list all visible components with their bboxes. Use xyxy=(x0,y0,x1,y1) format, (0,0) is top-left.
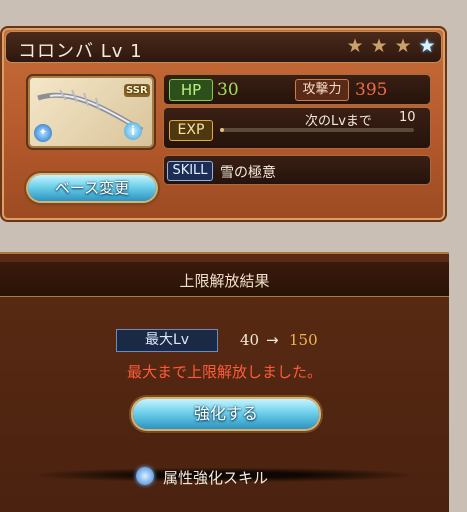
blue-star-icon: ★ xyxy=(418,35,436,57)
exp-tag: EXP xyxy=(170,121,212,140)
wind-element-icon: ✦ xyxy=(34,124,52,142)
attack-value: 395 xyxy=(355,80,388,100)
skill-name: 雪の極意 xyxy=(220,165,276,181)
info-icon[interactable]: i xyxy=(124,122,142,140)
result-title: 上限解放結果 xyxy=(179,272,270,290)
hp-value: 30 xyxy=(217,80,239,100)
bronze-star-icon: ★ xyxy=(370,35,388,57)
base-change-button[interactable]: ベース変更 xyxy=(28,175,156,201)
max-level-from: 40 xyxy=(240,331,260,349)
enhance-button[interactable]: 強化する xyxy=(133,399,319,429)
next-level-value: 10 xyxy=(399,110,416,125)
exp-bar-fill xyxy=(220,128,224,132)
hp-tag: HP xyxy=(170,80,212,100)
next-level-label: 次のLvまで xyxy=(305,114,372,129)
uncap-complete-message: 最大まで上限解放しました。 xyxy=(126,363,322,381)
max-level-tag: 最大Lv xyxy=(117,330,217,351)
skill-tag: SKILL xyxy=(168,162,212,180)
bronze-star-icon: ★ xyxy=(394,35,412,57)
bronze-star-icon: ★ xyxy=(346,35,364,57)
weapon-title: コロンバ Lv 1 xyxy=(18,41,143,62)
level-arrow: → xyxy=(266,331,279,349)
element-orb-icon xyxy=(136,467,154,485)
rarity-badge: SSR xyxy=(124,84,150,97)
element-skill-label: 属性強化スキル xyxy=(163,469,269,487)
uncap-stars: ★ ★ ★ ★ xyxy=(345,36,437,56)
exp-bar xyxy=(220,128,414,132)
max-level-to: 150 xyxy=(289,331,318,349)
attack-tag: 攻撃力 xyxy=(296,80,348,100)
